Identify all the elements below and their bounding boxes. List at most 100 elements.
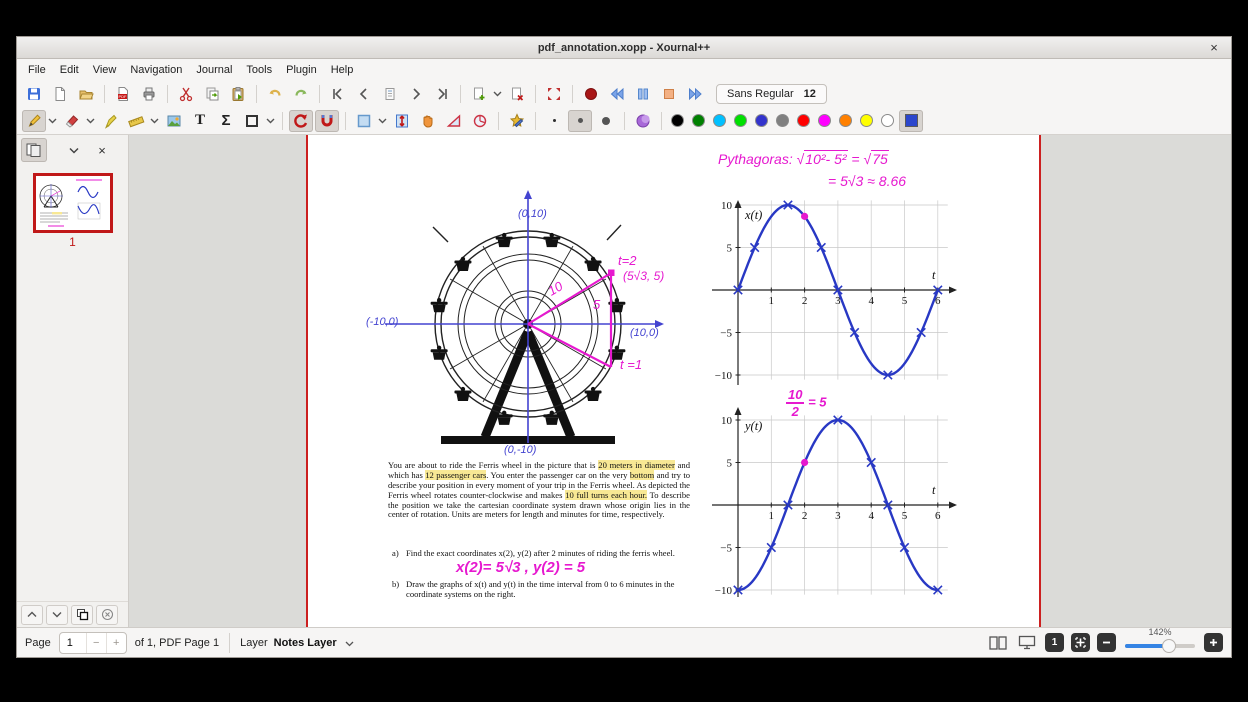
text-tool-button[interactable]: T — [188, 110, 212, 132]
zoom-slider[interactable]: 142% — [1125, 627, 1195, 656]
page-thumbnail[interactable] — [32, 173, 113, 233]
svg-text:y(t): y(t) — [743, 419, 762, 433]
pen-dropdown-icon[interactable] — [47, 110, 57, 132]
layer-selector[interactable]: Notes Layer — [274, 637, 337, 649]
tex-tool-button[interactable]: Σ — [214, 110, 238, 132]
color-swatch-008000[interactable] — [692, 114, 705, 127]
previous-page-button[interactable] — [352, 83, 376, 105]
redo-icon[interactable] — [289, 83, 313, 105]
highlighter-tool-button[interactable] — [98, 110, 122, 132]
copy-icon[interactable] — [200, 83, 224, 105]
color-swatch-00e000[interactable] — [734, 114, 747, 127]
toolbar-main: PDF Sans Regular 12 — [17, 81, 1231, 107]
paste-icon[interactable] — [226, 83, 250, 105]
compass-tool-button[interactable] — [468, 110, 492, 132]
color-swatch-00c0ff[interactable] — [713, 114, 726, 127]
color-swatch-ff0000[interactable] — [797, 114, 810, 127]
menu-file[interactable]: File — [21, 61, 53, 79]
fill-toggle-button[interactable] — [631, 110, 655, 132]
fullscreen-icon[interactable] — [542, 83, 566, 105]
pdf-page[interactable]: Pythagoras: √10²- 5² = √75 = 5√3 ≈ 8.66 … — [306, 135, 1041, 627]
pen-size-fine-button[interactable] — [542, 110, 566, 132]
hand-tool-button[interactable] — [416, 110, 440, 132]
record-audio-icon[interactable] — [579, 83, 603, 105]
page-up-button[interactable] — [21, 604, 43, 625]
last-page-button[interactable] — [430, 83, 454, 105]
page-decrement-button[interactable]: − — [85, 632, 106, 653]
one-page-zoom-button[interactable]: 1 — [1045, 633, 1064, 652]
shape-dropdown-icon[interactable] — [265, 110, 275, 132]
sidebar-dropdown-icon[interactable] — [61, 138, 87, 162]
shape-recognizer-button[interactable] — [505, 110, 529, 132]
delete-page-button[interactable] — [505, 83, 529, 105]
ruler-dropdown-icon[interactable] — [149, 110, 159, 132]
add-page-dropdown-icon[interactable] — [492, 83, 502, 105]
color-picker-button[interactable] — [899, 109, 923, 132]
ruler-tool-button[interactable] — [124, 110, 148, 132]
open-document-button[interactable] — [74, 83, 98, 105]
svg-text:4: 4 — [868, 510, 874, 522]
add-page-button[interactable] — [467, 83, 491, 105]
menu-edit[interactable]: Edit — [53, 61, 86, 79]
zoom-in-button[interactable] — [1204, 633, 1223, 652]
next-page-button[interactable] — [404, 83, 428, 105]
color-swatch-000000[interactable] — [671, 114, 684, 127]
grid-snap-button[interactable] — [315, 109, 339, 132]
pause-icon[interactable] — [631, 83, 655, 105]
goto-page-button[interactable] — [378, 83, 402, 105]
pen-tool-button[interactable] — [22, 109, 46, 132]
forward-icon[interactable] — [683, 83, 707, 105]
save-button[interactable] — [22, 83, 46, 105]
select-dropdown-icon[interactable] — [377, 110, 387, 132]
rewind-icon[interactable] — [605, 83, 629, 105]
color-swatch-3333cc[interactable] — [755, 114, 768, 127]
wheel-label-top: (0,10) — [518, 208, 547, 220]
menu-view[interactable]: View — [86, 61, 124, 79]
page-spinbox[interactable]: 1 − + — [58, 631, 127, 654]
color-swatch-ff8000[interactable] — [839, 114, 852, 127]
eraser-dropdown-icon[interactable] — [85, 110, 95, 132]
eraser-tool-button[interactable] — [60, 110, 84, 132]
sidebar-pages-tab[interactable] — [21, 138, 47, 162]
page-increment-button[interactable]: + — [105, 632, 126, 653]
select-rect-button[interactable] — [352, 110, 376, 132]
zoom-out-button[interactable] — [1097, 633, 1116, 652]
layer-dropdown-icon[interactable] — [345, 634, 354, 652]
first-page-button[interactable] — [326, 83, 350, 105]
document-canvas[interactable]: Pythagoras: √10²- 5² = √75 = 5√3 ≈ 8.66 … — [129, 135, 1231, 627]
delete-page-sidebar-button[interactable] — [96, 604, 118, 625]
undo-icon[interactable] — [263, 83, 287, 105]
new-document-button[interactable] — [48, 83, 72, 105]
font-button[interactable]: Sans Regular 12 — [716, 84, 827, 104]
menu-journal[interactable]: Journal — [189, 61, 239, 79]
export-pdf-button[interactable]: PDF — [111, 83, 135, 105]
zoom-fit-button[interactable] — [1071, 633, 1090, 652]
insert-image-button[interactable] — [162, 110, 186, 132]
color-swatch-ff00ff[interactable] — [818, 114, 831, 127]
page-number-value[interactable]: 1 — [60, 637, 86, 649]
pen-size-medium-button[interactable] — [568, 109, 592, 132]
color-swatch-ffff00[interactable] — [860, 114, 873, 127]
vertical-space-button[interactable] — [390, 110, 414, 132]
menu-navigation[interactable]: Navigation — [123, 61, 189, 79]
page-down-button[interactable] — [46, 604, 68, 625]
presentation-mode-icon[interactable] — [1016, 633, 1038, 653]
menu-help[interactable]: Help — [324, 61, 361, 79]
title-bar[interactable]: pdf_annotation.xopp - Xournal++ × — [17, 37, 1231, 59]
sidebar-close-icon[interactable]: × — [89, 138, 115, 162]
stop-icon[interactable] — [657, 83, 681, 105]
menu-plugin[interactable]: Plugin — [279, 61, 324, 79]
menu-tools[interactable]: Tools — [239, 61, 279, 79]
cut-icon[interactable] — [174, 83, 198, 105]
pen-size-thick-button[interactable] — [594, 110, 618, 132]
color-swatch-ffffff[interactable] — [881, 114, 894, 127]
setsquare-tool-button[interactable] — [442, 110, 466, 132]
color-swatch-808080[interactable] — [776, 114, 789, 127]
close-window-icon[interactable]: × — [1205, 39, 1223, 57]
rotation-snap-button[interactable] — [289, 109, 313, 132]
shape-tool-button[interactable] — [240, 110, 264, 132]
zoom-slider-knob[interactable] — [1162, 638, 1177, 653]
print-button[interactable] — [137, 83, 161, 105]
duplicate-page-button[interactable] — [71, 604, 93, 625]
dual-page-view-icon[interactable] — [987, 633, 1009, 653]
